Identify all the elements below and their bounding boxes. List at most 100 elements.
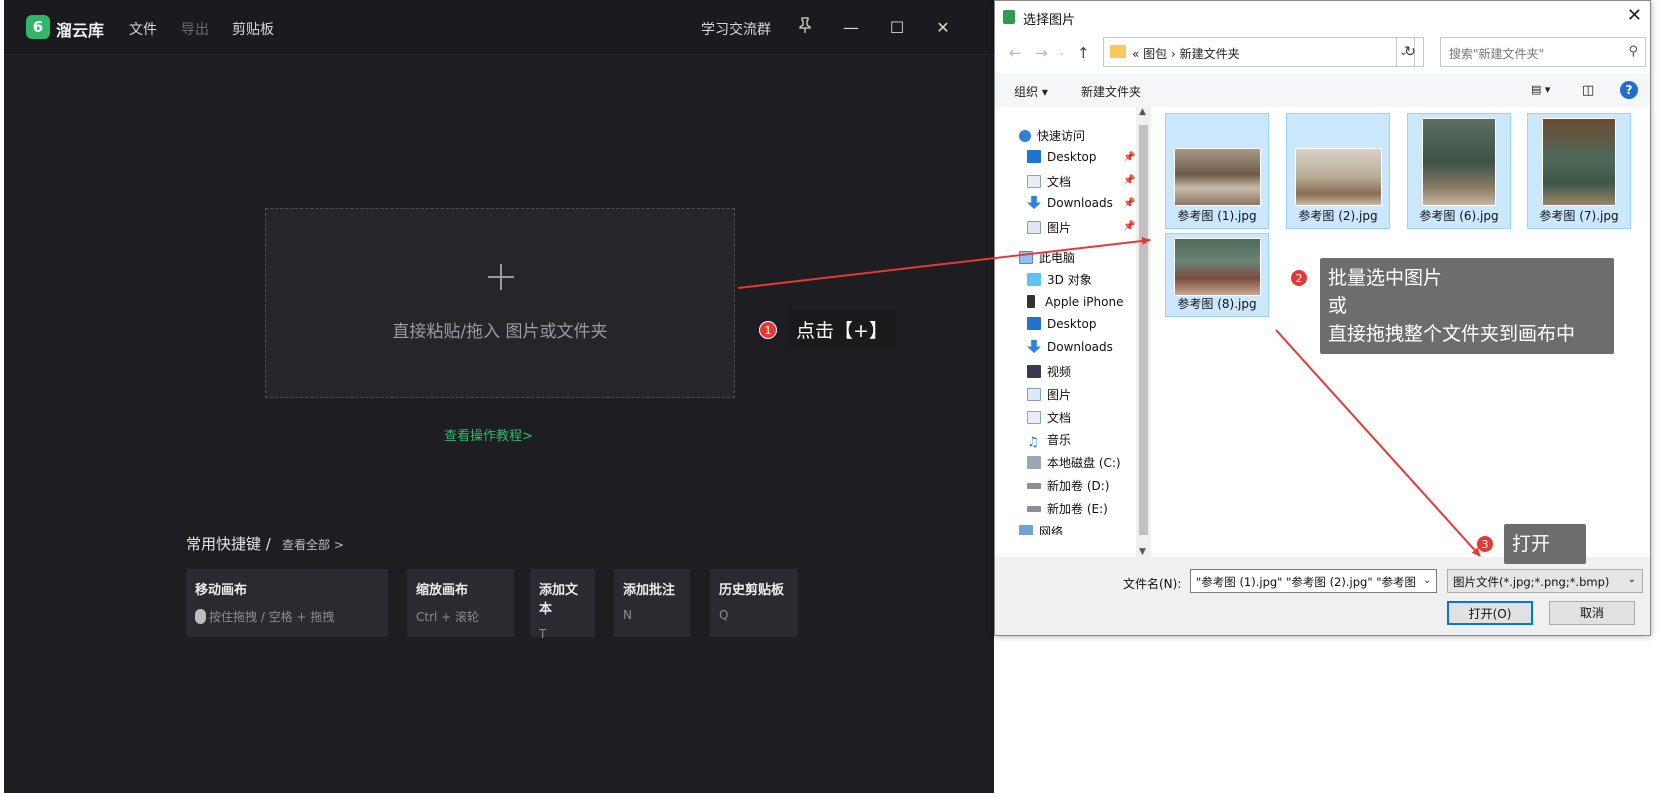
up-arrow-icon[interactable]: ↑ [1077,44,1090,62]
step-3-callout: 打开 [1504,524,1586,564]
step-2-line: 批量选中图片 [1328,267,1443,289]
phone-icon [1027,295,1035,308]
community-link[interactable]: 学习交流群 [701,19,771,39]
tree-item-3d-objects[interactable]: 3D 对象 [1027,271,1092,288]
menu-export[interactable]: 导出 [181,19,209,39]
tree-item-documents-pc[interactable]: 文档 [1027,409,1071,426]
tutorial-link[interactable]: 查看操作教程> [444,425,533,444]
file-item[interactable]: 参考图 (1).jpg [1165,113,1269,229]
shortcut-key: Q [719,608,729,622]
close-icon[interactable]: ✕ [929,14,957,42]
shortcut-name: 添加文本 [539,583,579,617]
download-icon [1027,340,1041,353]
back-arrow-icon[interactable]: ← [1009,44,1022,62]
maximize-icon[interactable]: ☐ [883,14,911,42]
drive-icon [1027,456,1041,469]
file-type-select[interactable]: 图片文件(*.jpg;*.png;*.bmp) ⌄ [1447,569,1643,593]
file-name: 参考图 (2).jpg [1298,209,1378,223]
shortcut-card-annotation: 添加批注 N [614,569,690,637]
step-1-badge: 1 [759,321,777,339]
chevron-down-icon[interactable]: ⌄ [1423,575,1431,586]
menu-clipboard[interactable]: 剪贴板 [232,19,274,39]
tree-item-desktop-pc[interactable]: Desktop [1027,317,1097,331]
file-name: 参考图 (6).jpg [1419,209,1499,223]
forward-arrow-icon[interactable]: → [1035,44,1048,62]
main-app-window: 6 溜云库 文件 导出 剪贴板 学习交流群 — ☐ ✕ 直接粘贴/拖入 图片或文… [4,0,994,793]
navigation-tree: 快速访问 Desktop 📌 文档 📌 Downloads 📌 图片 📌 此电脑… [995,107,1136,557]
organize-menu[interactable]: 组织 ▾ [1014,83,1048,100]
search-input[interactable]: 搜索"新建文件夹" [1440,37,1646,67]
image-thumbnail [1542,118,1616,206]
pin-icon: 📌 [1123,175,1136,186]
chevron-down-icon: ⌄ [1627,574,1636,585]
file-name: 参考图 (7).jpg [1539,209,1619,223]
address-bar[interactable]: « 图包 › 新建文件夹 ⌄ [1103,37,1415,67]
file-item[interactable]: 参考图 (8).jpg [1165,233,1269,317]
dialog-close-icon[interactable]: ✕ [1627,5,1642,26]
image-thumbnail [1174,238,1261,296]
refresh-icon[interactable]: ↻ [1396,37,1424,67]
shortcut-name: 缩放画布 [416,583,469,598]
help-icon[interactable]: ? [1620,81,1638,99]
file-item[interactable]: 参考图 (6).jpg [1407,113,1511,229]
tree-item-pictures[interactable]: 图片 [1027,219,1071,236]
file-item[interactable]: 参考图 (7).jpg [1527,113,1631,229]
pictures-icon [1027,221,1041,234]
tree-this-pc[interactable]: 此电脑 [1019,249,1075,266]
menu-file[interactable]: 文件 [129,19,157,39]
scrollbar-thumb[interactable] [1139,125,1148,535]
cancel-button[interactable]: 取消 [1549,601,1635,625]
shortcut-key: T [539,627,547,641]
image-thumbnail [1422,118,1496,206]
tree-item-music[interactable]: ♫ 音乐 [1027,431,1071,450]
cube-icon [1027,273,1041,286]
tree-scrollbar[interactable]: ▲ ▼ [1136,107,1151,557]
open-button[interactable]: 打开(O) [1447,601,1533,625]
shortcut-card-history: 历史剪贴板 Q [710,569,798,637]
shortcut-name: 历史剪贴板 [719,583,785,598]
pin-icon[interactable] [791,14,819,42]
step-2-line: 直接拖拽整个文件夹到画布中 [1328,323,1576,345]
tree-item-drive-e[interactable]: 新加卷 (E:) [1027,500,1108,517]
step-2-line: 或 [1328,295,1348,317]
view-options-icon[interactable]: ▤ ▾ [1531,83,1550,96]
tree-item-drive-d[interactable]: 新加卷 (D:) [1027,477,1109,494]
new-folder-button[interactable]: 新建文件夹 [1081,83,1141,100]
computer-icon [1019,251,1033,264]
tree-item-videos[interactable]: 视频 [1027,363,1071,380]
breadcrumb: « 图包 › 新建文件夹 [1132,47,1240,61]
tree-quick-access[interactable]: 快速访问 [1019,127,1085,144]
step-3-badge: 3 [1476,535,1494,553]
step-2-callout: 批量选中图片 或 直接拖拽整个文件夹到画布中 [1320,258,1614,354]
search-icon[interactable]: ⚲ [1628,44,1638,59]
mouse-icon [195,609,206,624]
filename-input[interactable]: "参考图 (1).jpg" "参考图 (2).jpg" "参考图 [1190,569,1437,593]
network-icon [1019,525,1033,535]
drive-icon [1027,483,1041,489]
pin-icon: 📌 [1123,198,1136,209]
file-item[interactable]: 参考图 (2).jpg [1286,113,1390,229]
preview-pane-icon[interactable]: ◫ [1582,83,1594,98]
scroll-down-icon[interactable]: ▼ [1139,547,1146,557]
app-logo-icon: 6 [26,15,50,39]
filename-label: 文件名(N): [1123,577,1182,591]
dialog-app-icon [1003,10,1015,24]
app-titlebar: 6 溜云库 文件 导出 剪贴板 学习交流群 — ☐ ✕ [4,0,994,55]
tree-item-desktop[interactable]: Desktop [1027,150,1097,164]
scroll-up-icon[interactable]: ▲ [1139,107,1146,117]
drop-zone[interactable]: 直接粘贴/拖入 图片或文件夹 [265,208,735,398]
recent-chevron-icon[interactable]: ⌄ [1058,48,1066,58]
shortcut-card-text: 添加文本 T [530,569,595,641]
tree-item-downloads-pc[interactable]: Downloads [1027,340,1113,354]
tree-network[interactable]: 网络 [1019,523,1063,535]
tree-item-downloads[interactable]: Downloads [1027,196,1113,210]
video-icon [1027,365,1041,378]
plus-icon[interactable] [488,264,514,290]
view-all-shortcuts-link[interactable]: 查看全部 > [282,536,344,553]
tree-item-pictures-pc[interactable]: 图片 [1027,386,1071,403]
app-name: 溜云库 [56,21,105,40]
tree-item-documents[interactable]: 文档 [1027,173,1071,190]
tree-item-iphone[interactable]: Apple iPhone [1027,295,1123,309]
tree-item-drive-c[interactable]: 本地磁盘 (C:) [1027,454,1121,471]
minimize-icon[interactable]: — [837,14,865,42]
